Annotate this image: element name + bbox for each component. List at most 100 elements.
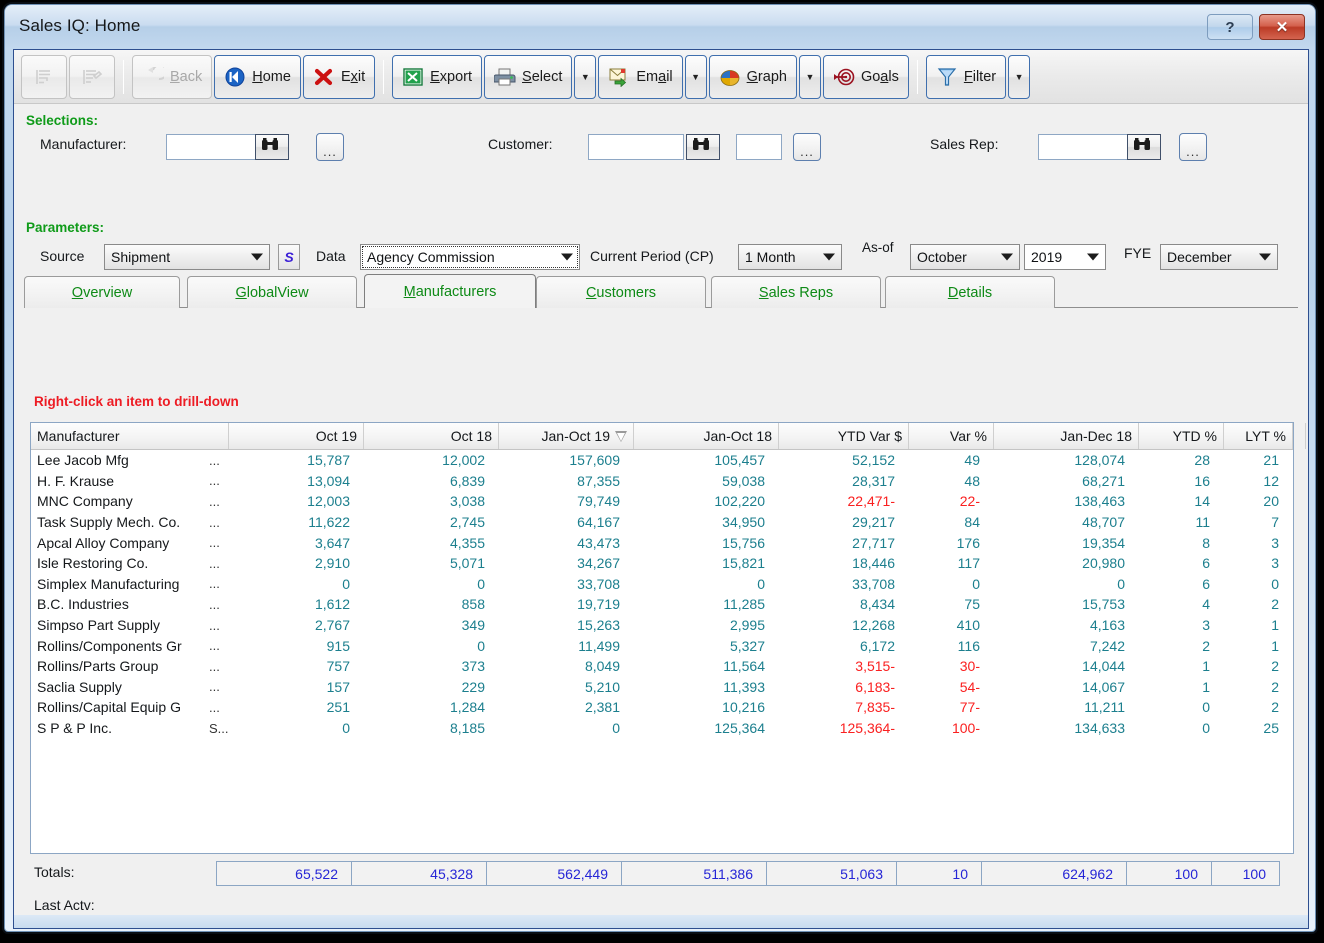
tab-sales-reps[interactable]: Sales Reps [711, 276, 881, 308]
chevron-down-icon [251, 253, 263, 261]
grid-column-header[interactable]: Oct 19 [229, 423, 364, 449]
grid-value-cell: 157 [326, 678, 350, 695]
table-row[interactable]: Simpso Part Supply... 2,767 349 15,263 2,995… [31, 615, 1293, 636]
source-select[interactable]: Shipment [104, 244, 270, 270]
grid-value-cell: 138,463 [1074, 493, 1125, 510]
salesrep-input[interactable] [1038, 134, 1134, 160]
grid-value-cell: 6,183- [855, 678, 895, 695]
home-button[interactable]: Home [214, 54, 301, 99]
table-row[interactable]: Rollins/Components Gr... 915 0 11,499 5,327 6… [31, 635, 1293, 656]
source-s-button[interactable]: S [278, 244, 300, 270]
customer-input-2[interactable] [736, 134, 782, 160]
manufacturer-browse-button[interactable] [255, 134, 289, 160]
graph-button[interactable]: Graph [708, 54, 797, 99]
totals-label: Totals: [34, 864, 75, 880]
tab-customers[interactable]: Customers [536, 276, 706, 308]
binoculars-icon [261, 137, 283, 157]
table-row[interactable]: Task Supply Mech. Co.... 11,622 2,745 64,16… [31, 512, 1293, 533]
manufacturer-more-button[interactable]: ... [316, 133, 344, 161]
toolbar-separator-3 [916, 59, 918, 94]
email-button-label: Email [636, 68, 673, 85]
grid-column-header[interactable]: Var % [909, 423, 994, 449]
grid-column-header[interactable]: LYT % [1224, 423, 1293, 449]
grid-value-cell: 11,211 [1084, 699, 1125, 716]
grid-column-header[interactable]: YTD Var $ [779, 423, 909, 449]
list-view-2-button[interactable] [69, 54, 115, 99]
table-row[interactable]: Isle Restoring Co.... 2,910 5,071 34,267 15,… [31, 553, 1293, 574]
grid-column-header[interactable]: Jan-Oct 18 [634, 423, 779, 449]
table-row[interactable]: Rollins/Parts Group... 757 373 8,049 11,564 3… [31, 656, 1293, 677]
totals-cell: 100 [1211, 861, 1280, 886]
back-button[interactable]: Back [132, 54, 213, 99]
fye-select[interactable]: December [1160, 244, 1278, 270]
close-button[interactable]: ✕ [1259, 14, 1305, 40]
data-select-value: Agency Commission [367, 249, 495, 265]
graph-button-label: Graph [746, 68, 787, 85]
table-row[interactable]: Rollins/Capital Equip G... 251 1,284 2,381 1… [31, 697, 1293, 718]
goals-button[interactable]: Goals [822, 54, 909, 99]
tab-details-label: Details [947, 284, 993, 301]
manufacturer-name-cell: Rollins/Components Gr [37, 637, 182, 654]
grid-value-cell: 34,950 [722, 514, 765, 531]
exit-button[interactable]: Exit [302, 54, 376, 99]
customer-more-button[interactable]: ... [793, 133, 821, 161]
list-view-1-button[interactable] [21, 54, 67, 99]
grid-column-header[interactable]: Jan-Dec 18 [994, 423, 1139, 449]
as-of-year-select[interactable]: 2019 [1024, 244, 1106, 270]
back-arrow-icon [142, 66, 164, 87]
tab-manufacturers[interactable]: Manufacturers [364, 274, 536, 308]
tab-customers-label: Customers [585, 284, 657, 301]
target-icon [833, 67, 855, 87]
grid-value-cell: 14,067 [1082, 678, 1125, 695]
manufacturer-name-cell: Lee Jacob Mfg [37, 452, 129, 469]
data-select[interactable]: Agency Commission [360, 244, 580, 270]
grid-column-header[interactable]: YTD % [1139, 423, 1224, 449]
table-row[interactable]: Lee Jacob Mfg... 15,787 12,002 157,609 105,4… [31, 450, 1293, 471]
table-row[interactable]: B.C. Industries... 1,612 858 19,719 11,285 8,… [31, 594, 1293, 615]
tab-details[interactable]: Details [885, 276, 1055, 308]
customer-input[interactable] [588, 134, 684, 160]
help-button[interactable]: ? [1207, 14, 1253, 40]
grid-value-cell: 15,787 [307, 452, 350, 469]
grid-value-cell: 11 [1195, 514, 1210, 531]
table-row[interactable]: S P & P Inc. S... 0 8,185 0 125,364 125,364- 10… [31, 718, 1293, 739]
current-period-select[interactable]: 1 Month [738, 244, 842, 270]
grid-column-header[interactable]: Oct 18 [364, 423, 499, 449]
email-button[interactable]: Email [598, 54, 683, 99]
chevron-down-icon [1259, 253, 1271, 261]
grid-column-header[interactable]: Manufacturer [31, 423, 229, 449]
table-row[interactable]: Simplex Manufacturing... 0 0 33,708 0 33,708 0… [31, 574, 1293, 595]
export-button[interactable]: Export [392, 54, 483, 99]
salesrep-more-button[interactable]: ... [1179, 133, 1207, 161]
graph-dropdown-button[interactable]: ▼ [798, 54, 821, 99]
filter-button[interactable]: Filter [925, 54, 1007, 99]
table-row[interactable]: Apcal Alloy Company... 3,647 4,355 43,473 15… [31, 532, 1293, 553]
table-row[interactable]: MNC Company... 12,003 3,038 79,749 102,220 22… [31, 491, 1293, 512]
as-of-month-select[interactable]: October [910, 244, 1020, 270]
email-dropdown-button[interactable]: ▼ [684, 54, 707, 99]
table-row[interactable]: Saclia Supply... 157 229 5,210 11,393 6,183- 5… [31, 677, 1293, 698]
chevron-down-icon [1087, 253, 1099, 261]
salesrep-browse-button[interactable] [1127, 134, 1161, 160]
grid-value-cell: 20,980 [1082, 555, 1125, 572]
table-row[interactable]: H. F. Krause... 13,094 6,839 87,355 59,038 28… [31, 471, 1293, 492]
grid-value-cell: 43,473 [577, 534, 620, 551]
grid-column-header-label: Jan-Dec 18 [1060, 428, 1132, 444]
manufacturer-input[interactable] [166, 134, 262, 160]
grid-value-cell: 11,285 [723, 596, 765, 613]
grid-column-header-label: Manufacturer [37, 428, 120, 444]
filter-dropdown-button[interactable]: ▼ [1008, 54, 1031, 99]
grid-column-header-label: Jan-Oct 19 [541, 428, 610, 444]
grid-value-cell: 19,354 [1082, 534, 1125, 551]
grid-column-header[interactable]: Jan-Oct 19 [499, 423, 634, 449]
tab-globalview[interactable]: GlobalView [187, 276, 357, 308]
select-button[interactable]: Select [484, 54, 573, 99]
tab-overview[interactable]: Overview [24, 276, 180, 308]
grid-value-cell: 176 [956, 534, 980, 551]
grid-value-cell: 0 [1202, 720, 1210, 737]
select-dropdown-button[interactable]: ▼ [574, 54, 597, 99]
totals-cell: 45,328 [351, 861, 486, 886]
totals-cell: 511,386 [621, 861, 766, 886]
manufacturer-name-cell: Apcal Alloy Company [37, 534, 170, 551]
customer-browse-button[interactable] [686, 134, 720, 160]
